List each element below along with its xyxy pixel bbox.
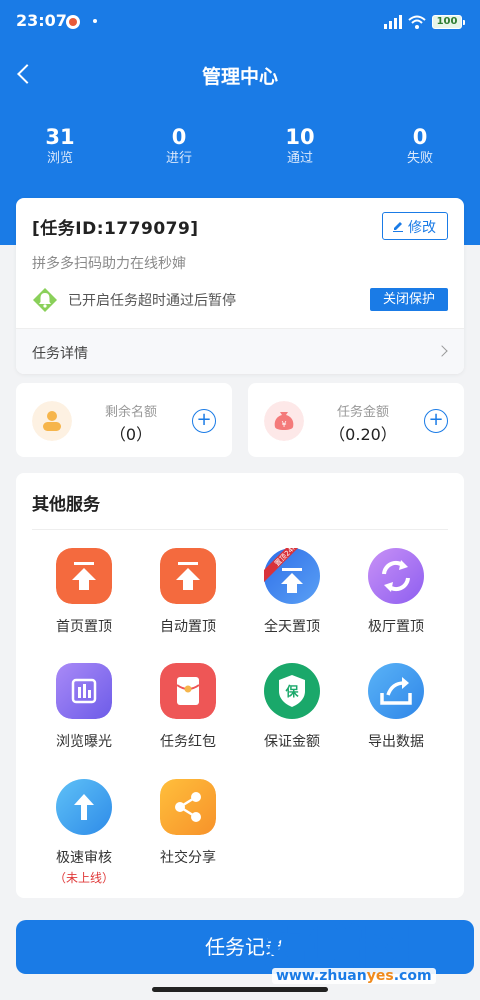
task-name: 拼多多扫码助力在线秒婶 <box>32 256 186 272</box>
nav-bar: 管理中心 <box>0 52 480 96</box>
task-card: [任务ID:1779079] 修改 拼多多扫码助力在线秒婶 已开启任务超时通过后… <box>16 198 464 374</box>
status-time: 23:07 <box>16 11 67 30</box>
page-title: 管理中心 <box>201 66 278 88</box>
stat-label: 进行 <box>165 151 192 166</box>
service-label: 浏览曝光 <box>56 734 112 750</box>
stat-views[interactable]: 31 浏览 <box>10 124 110 168</box>
service-label: 保证金额 <box>264 734 320 750</box>
divider <box>32 529 448 530</box>
service-allday-top[interactable]: 置顶24h 全天置顶 <box>240 543 344 636</box>
service-guarantee-amount[interactable]: 保 保证金额 <box>240 663 344 751</box>
stat-failed[interactable]: 0 失败 <box>370 124 470 168</box>
signal-icon <box>384 15 404 29</box>
remaining-quota-value: （0） <box>109 425 153 444</box>
service-browse-exposure[interactable]: 浏览曝光 <box>32 663 136 751</box>
task-detail-row[interactable]: 任务详情 <box>16 328 464 374</box>
task-amount-value: （0.20） <box>329 425 397 444</box>
edit-button-label: 修改 <box>408 220 436 236</box>
service-label: 极厅置顶 <box>368 619 424 635</box>
remaining-quota-label: 剩余名额 <box>104 405 157 420</box>
add-amount-button[interactable]: + <box>424 409 448 433</box>
chevron-left-icon <box>17 64 37 84</box>
close-protection-button[interactable]: 关闭保护 <box>370 288 448 311</box>
svg-text:¥: ¥ <box>281 420 286 429</box>
notification-dot-icon <box>93 19 97 23</box>
stat-in-progress[interactable]: 0 进行 <box>129 124 229 168</box>
arrow-up-circle-icon <box>56 779 112 835</box>
service-hall-top[interactable]: 极厅置顶 <box>344 548 448 636</box>
stat-value: 10 <box>285 125 315 149</box>
service-label: 首页置顶 <box>56 619 112 635</box>
notification-app-icon <box>66 15 80 29</box>
watermark-logo: 好赚网 www.zhuanyes.com <box>267 912 480 994</box>
watermark-url: www.zhuanyes.com <box>272 968 436 984</box>
arrow-up-top-24h-icon: 置顶24h <box>264 543 320 604</box>
share-icon <box>160 779 216 835</box>
service-fast-review[interactable]: 极速审核 （未上线） <box>32 779 136 886</box>
remaining-quota-card: 剩余名额 （0） + <box>16 383 232 457</box>
shield-guarantee-icon: 保 <box>264 663 320 719</box>
stat-value: 0 <box>171 125 187 149</box>
battery-icon: 100 <box>432 15 465 29</box>
money-bag-icon: ¥ <box>264 401 304 441</box>
service-label: 导出数据 <box>368 734 424 750</box>
add-quota-button[interactable]: + <box>192 409 216 433</box>
person-icon <box>32 401 72 441</box>
service-label: 任务红包 <box>160 734 216 750</box>
guarantee-glyph: 保 <box>284 684 299 700</box>
red-envelope-icon <box>160 663 216 719</box>
protect-status-text: 已开启任务超时通过后暂停 <box>68 293 236 309</box>
services-card: 其他服务 首页置顶 自动置顶 置顶24h 全天置顶 极厅置顶 浏览曝光 任务红包… <box>16 473 464 898</box>
protect-row: 已开启任务超时通过后暂停 关闭保护 <box>32 286 448 314</box>
service-homepage-top[interactable]: 首页置顶 <box>32 548 136 636</box>
refresh-arrows-icon <box>368 548 424 604</box>
task-detail-label: 任务详情 <box>32 346 88 362</box>
service-label: 极速审核 <box>56 850 112 866</box>
not-launched-note: （未上线） <box>53 871 114 885</box>
edit-button[interactable]: 修改 <box>382 212 448 240</box>
service-label: 自动置顶 <box>160 619 216 635</box>
home-indicator <box>152 987 328 992</box>
arrow-up-top-icon <box>160 548 216 604</box>
service-export-data[interactable]: 导出数据 <box>344 663 448 751</box>
service-auto-top[interactable]: 自动置顶 <box>136 548 240 636</box>
back-button[interactable] <box>10 58 42 90</box>
services-title: 其他服务 <box>32 495 100 515</box>
service-social-share[interactable]: 社交分享 <box>136 779 240 867</box>
task-amount-card: ¥ 任务金额 （0.20） + <box>248 383 464 457</box>
service-task-redpacket[interactable]: 任务红包 <box>136 663 240 751</box>
bell-icon <box>33 288 57 312</box>
service-label: 全天置顶 <box>264 619 320 635</box>
task-id: [任务ID:1779079] <box>32 219 199 239</box>
stat-passed[interactable]: 10 通过 <box>250 124 350 168</box>
stat-label: 通过 <box>286 151 313 166</box>
task-amount-label: 任务金额 <box>336 405 389 420</box>
pencil-icon <box>393 222 403 232</box>
service-label: 社交分享 <box>160 850 216 866</box>
stat-label: 失败 <box>406 151 433 166</box>
stats-row: 31 浏览 0 进行 10 通过 0 失败 <box>0 124 480 174</box>
stat-value: 31 <box>45 125 75 149</box>
chevron-right-icon <box>436 345 448 357</box>
stat-label: 浏览 <box>46 151 73 166</box>
status-bar: 23:07 100 <box>0 0 480 44</box>
bar-chart-icon <box>56 663 112 719</box>
wifi-icon <box>408 15 426 29</box>
arrow-up-top-icon <box>56 548 112 604</box>
export-tray-icon <box>368 663 424 719</box>
stat-value: 0 <box>412 125 428 149</box>
